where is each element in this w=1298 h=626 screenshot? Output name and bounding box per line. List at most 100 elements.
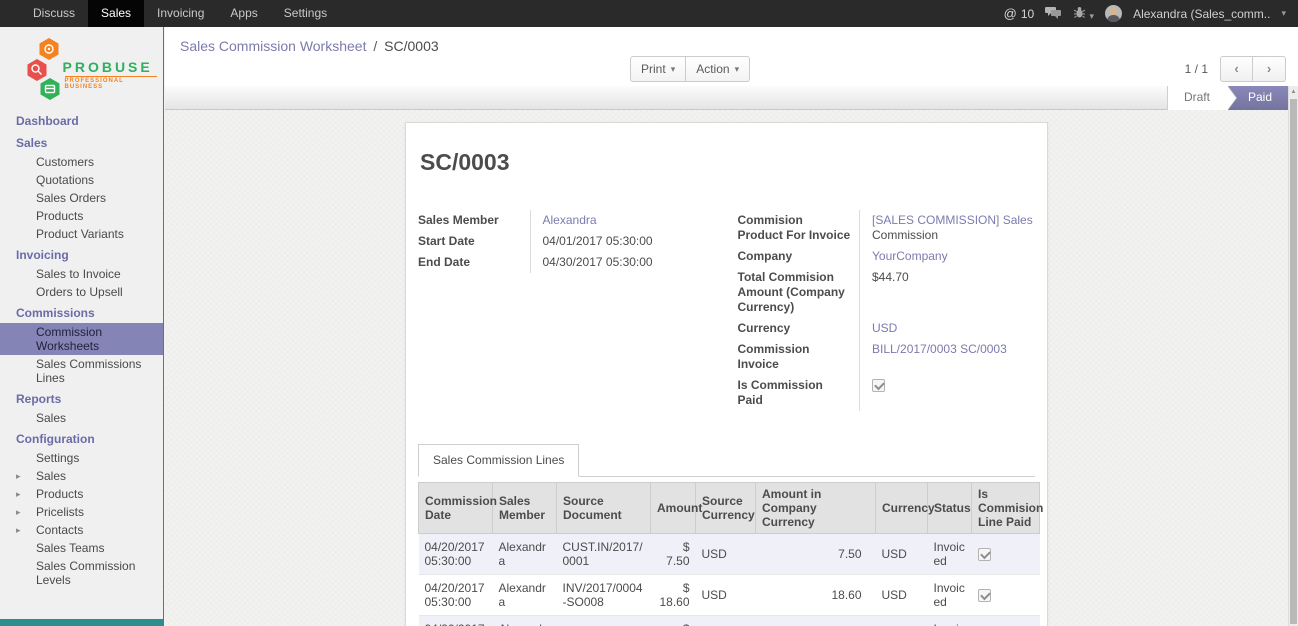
is-commission-paid-checkbox [872,379,885,392]
sidebar-item-config-sales[interactable]: ▸Sales [0,467,163,485]
field-value-currency[interactable]: USD [872,321,897,335]
cell-date: 04/20/2017 10:35:53 [419,616,493,626]
systray: @ 10 ▾ A [1004,0,1298,27]
cell-source: INV/2017/0004-SO008 [557,575,651,616]
pager-next-button[interactable]: › [1253,56,1286,82]
cell-amount-company: 18.60 [756,575,876,616]
top-navbar: Discuss Sales Invoicing Apps Settings @ … [0,0,1298,27]
sidebar-item-label: Sales [36,469,66,483]
col-source-currency: Source Currency [696,483,756,534]
field-label-end-date: End Date [418,252,530,273]
pager: 1 / 1 ‹ › [1185,56,1286,82]
pager-previous-button[interactable]: ‹ [1220,56,1253,82]
cell-amount: $ 18.60 [651,575,696,616]
cell-status: Invoiced [928,616,972,626]
sidebar-item-quotations[interactable]: Quotations [0,171,163,189]
cell-currency: USD [876,534,928,575]
sidebar-item-pricelists[interactable]: ▸ Pricelists [0,503,163,521]
main-area: Sales Commission Worksheet / SC/0003 Pri… [165,27,1298,626]
sidebar-item-orders-to-upsell[interactable]: Orders to Upsell [0,283,163,301]
cell-amount-company: 18.60 [756,616,876,626]
activities-counter[interactable]: @ 10 [1004,6,1035,21]
sidebar-nav: Dashboard Sales Customers Quotations Sal… [0,109,163,589]
table-row[interactable]: 04/20/2017 05:30:00 Alexandra CUST.IN/20… [419,534,1040,575]
cell-currency: USD [876,575,928,616]
field-value-sales-member[interactable]: Alexandra [543,213,597,227]
cell-paid [972,534,1040,575]
app-menus: Discuss Sales Invoicing Apps Settings [0,0,340,27]
sidebar-item-contacts[interactable]: ▸ Contacts [0,521,163,539]
print-button[interactable]: Print ▾ [630,56,686,82]
tab-bar: Sales Commission Lines [418,443,1035,477]
caret-down-icon: ▾ [1090,11,1095,21]
form-view: SC/0003 Sales Member Alexandra Start Dat… [165,110,1298,626]
messages-icon[interactable] [1045,6,1062,22]
sidebar-item-settings[interactable]: Settings [0,449,163,467]
sidebar-item-sales-commissions-lines[interactable]: Sales Commissions Lines [0,355,163,387]
field-value-commission-product[interactable]: [SALES COMMISSION] Sales [872,213,1033,227]
vertical-scrollbar: ▲ [1288,86,1298,626]
menu-sales[interactable]: Sales [88,0,144,27]
caret-right-icon: ▸ [16,505,21,519]
field-value-total-commission-amount: $44.70 [860,267,1036,318]
field-label-commission-invoice: Commission Invoice [738,339,860,375]
field-label-currency: Currency [738,318,860,339]
sidebar-item-dashboard[interactable]: Dashboard [0,109,163,131]
line-paid-checkbox [978,548,991,561]
sidebar-item-product-variants[interactable]: Product Variants [0,225,163,243]
page: Discuss Sales Invoicing Apps Settings @ … [0,0,1298,626]
sidebar-item-label: Pricelists [36,505,84,519]
col-commission-date: Commission Date [419,483,493,534]
col-currency: Currency [876,483,928,534]
sidebar-item-sales-orders[interactable]: Sales Orders [0,189,163,207]
col-source-document: Source Document [557,483,651,534]
sidebar-section-commissions: Commissions [0,301,163,323]
sidebar-item-sales-to-invoice[interactable]: Sales to Invoice [0,265,163,283]
field-value-commission-invoice[interactable]: BILL/2017/0003 SC/0003 [872,342,1007,356]
field-value-company[interactable]: YourCompany [872,249,948,263]
field-label-is-commission-paid: Is Commission Paid [738,375,860,411]
sidebar-item-config-products[interactable]: ▸Products [0,485,163,503]
sidebar-item-products[interactable]: Products [0,207,163,225]
table-row[interactable]: 04/20/2017 05:30:00 Alexandra INV/2017/0… [419,575,1040,616]
tab-sales-commission-lines[interactable]: Sales Commission Lines [418,444,579,477]
breadcrumb: Sales Commission Worksheet / SC/0003 [165,27,1298,54]
sidebar-item-sales-commission-levels[interactable]: Sales Commission Levels [0,557,163,589]
cell-source: SO008 [557,616,651,626]
user-avatar[interactable] [1105,5,1122,22]
col-amount: Amount [651,483,696,534]
commission-lines-table: Commission Date Sales Member Source Docu… [418,482,1040,626]
menu-invoicing[interactable]: Invoicing [144,0,217,27]
table-row[interactable]: 04/20/2017 10:35:53 Alexandra SO008 $ 18… [419,616,1040,626]
cell-currency: USD [876,616,928,626]
breadcrumb-parent-link[interactable]: Sales Commission Worksheet [180,38,366,54]
scrollbar-thumb[interactable] [1290,99,1297,624]
cell-status: Invoiced [928,534,972,575]
status-draft[interactable]: Draft [1167,86,1228,110]
field-label-sales-member: Sales Member [418,210,530,231]
cell-source-currency: USD [696,534,756,575]
menu-discuss[interactable]: Discuss [20,0,88,27]
at-icon: @ [1004,6,1017,21]
sidebar-item-label: Products [36,487,83,501]
user-menu[interactable]: Alexandra (Sales_comm.. [1133,7,1270,21]
probuse-logo: PROBUSE PROFESSIONAL BUSINESS [7,35,157,107]
print-button-label: Print [641,62,666,76]
cell-date: 04/20/2017 05:30:00 [419,534,493,575]
sidebar-item-reports-sales[interactable]: Sales [0,409,163,427]
caret-right-icon: ▸ [16,523,21,537]
brand-name: PROBUSE [63,59,153,75]
scroll-up-arrow[interactable]: ▲ [1289,86,1298,98]
sidebar-item-label: Contacts [36,523,83,537]
field-value-start-date: 04/01/2017 05:30:00 [530,231,716,252]
action-button[interactable]: Action ▾ [686,56,750,82]
menu-apps[interactable]: Apps [217,0,270,27]
cell-member: Alexandra [493,616,557,626]
debug-menu[interactable]: ▾ [1073,6,1094,22]
sidebar-item-commission-worksheets[interactable]: Commission Worksheets [0,323,163,355]
status-paid[interactable]: Paid [1228,86,1288,110]
menu-settings[interactable]: Settings [271,0,340,27]
sidebar-item-sales-teams[interactable]: Sales Teams [0,539,163,557]
sidebar-item-customers[interactable]: Customers [0,153,163,171]
field-label-total-commission-amount: Total Commision Amount (Company Currency… [738,267,860,318]
